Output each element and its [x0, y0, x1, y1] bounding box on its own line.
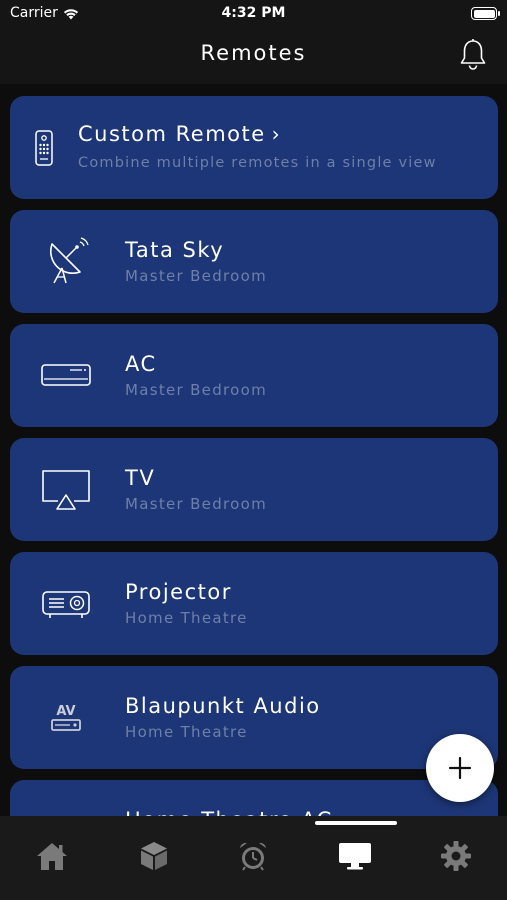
remote-title: Projector	[125, 580, 232, 604]
air-conditioner-icon	[38, 348, 94, 404]
tab-alarms[interactable]	[233, 836, 273, 876]
remote-room: Master Bedroom	[125, 381, 268, 399]
remote-room: Home Theatre	[125, 609, 248, 627]
tab-settings[interactable]	[436, 836, 476, 876]
chevron-right-icon: ›	[271, 122, 282, 146]
custom-remote-title: Custom Remote	[78, 122, 266, 146]
cube-icon	[141, 842, 167, 870]
remote-room: Master Bedroom	[125, 267, 268, 285]
remote-room: Master Bedroom	[125, 495, 268, 513]
remote-title: TV	[125, 466, 156, 490]
custom-remote-subtitle: Combine multiple remotes in a single vie…	[78, 155, 437, 171]
remote-card-tv[interactable]: TV Master Bedroom	[10, 438, 498, 541]
projector-icon	[38, 576, 94, 632]
tv-airplay-icon	[38, 462, 94, 518]
navigation-bar: Remotes	[0, 28, 507, 84]
custom-remote-card[interactable]: Custom Remote › Combine multiple remotes …	[10, 96, 498, 199]
status-bar: Carrier 4:32 PM	[0, 0, 507, 28]
remote-card-projector[interactable]: Projector Home Theatre	[10, 552, 498, 655]
remotes-list[interactable]: Custom Remote › Combine multiple remotes …	[0, 84, 507, 816]
remote-title: Blaupunkt Audio	[125, 694, 321, 718]
alarm-clock-icon	[240, 842, 266, 871]
remote-card-blaupunkt-audio[interactable]: AV Blaupunkt Audio Home Theatre	[10, 666, 498, 769]
tab-home[interactable]	[32, 836, 72, 876]
add-remote-button[interactable]	[426, 734, 494, 802]
av-icon-label: AV	[56, 704, 75, 719]
satellite-dish-icon	[38, 234, 94, 290]
card-title: Custom Remote ›	[78, 122, 281, 146]
home-icon	[37, 843, 67, 870]
plus-icon	[448, 756, 472, 780]
av-receiver-icon: AV	[38, 690, 94, 746]
remote-card-home-theatre-ac[interactable]: Home Theatre AC	[10, 780, 498, 816]
tab-bar	[0, 816, 507, 900]
page-title: Remotes	[200, 41, 307, 65]
gear-icon	[441, 841, 471, 871]
monitor-icon	[339, 843, 371, 870]
remote-room: Home Theatre	[125, 723, 248, 741]
bell-icon[interactable]	[457, 38, 489, 72]
remote-title: AC	[125, 352, 157, 376]
status-time: 4:32 PM	[221, 5, 286, 21]
remote-title: Home Theatre AC	[125, 808, 333, 816]
battery-icon	[471, 7, 500, 20]
remote-control-icon	[24, 120, 64, 176]
home-indicator	[315, 821, 397, 825]
tab-remotes[interactable]	[335, 836, 375, 876]
remote-card-ac[interactable]: AC Master Bedroom	[10, 324, 498, 427]
remote-card-tata-sky[interactable]: Tata Sky Master Bedroom	[10, 210, 498, 313]
remote-title: Tata Sky	[125, 238, 225, 262]
tab-devices[interactable]	[134, 836, 174, 876]
